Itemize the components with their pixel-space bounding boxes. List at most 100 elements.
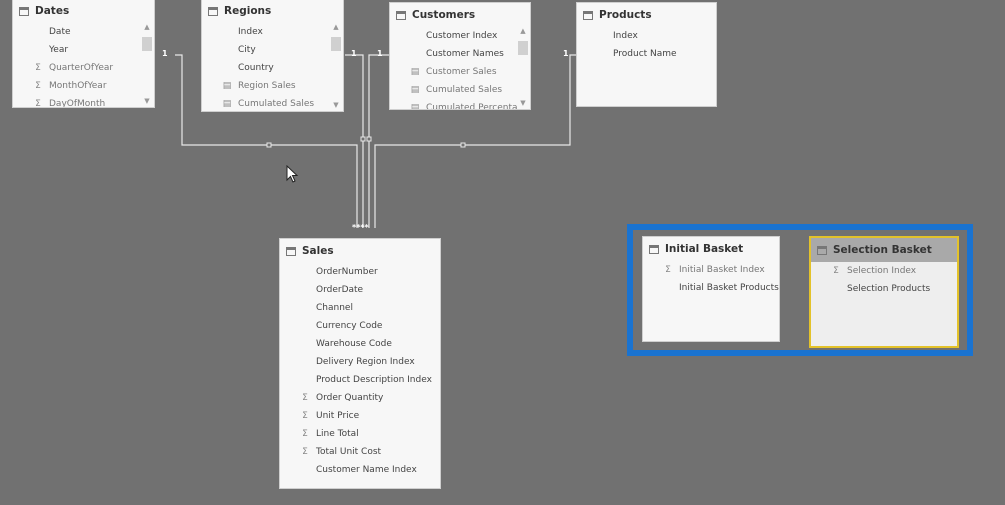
field-label: Customer Sales — [426, 67, 497, 77]
table-header[interactable]: Regions — [202, 0, 343, 23]
field-label: Customer Name Index — [316, 465, 417, 475]
field-label: DayOfMonth — [49, 99, 106, 108]
table-title: Selection Basket — [833, 244, 932, 256]
field-label: Region Sales — [238, 81, 296, 91]
field-label: MonthOfYear — [49, 81, 107, 91]
table-title: Customers — [412, 9, 476, 21]
table-header[interactable]: Sales — [280, 239, 440, 263]
scrollbar[interactable]: ▲ ▼ — [142, 23, 152, 105]
table-regions[interactable]: Regions Index City Country ▤ Region Sales ▤ Cum… — [201, 0, 344, 112]
table-dates[interactable]: Dates Date Year Σ QuarterOfYear Σ MonthOfYear Σ… — [12, 0, 155, 108]
table-header[interactable]: Initial Basket — [643, 237, 779, 261]
table-sales[interactable]: Sales OrderNumber OrderDate Channel Currency… — [279, 238, 441, 489]
field-item[interactable]: Customer Name Index — [280, 461, 440, 479]
field-label: OrderDate — [316, 285, 364, 295]
field-item[interactable]: City — [202, 41, 343, 59]
field-item[interactable]: ▤ Cumulated Percenta — [390, 99, 530, 109]
relationship-handle — [366, 136, 372, 142]
field-item[interactable]: ▤ Region Sales — [202, 77, 343, 95]
field-label: Unit Price — [316, 411, 360, 421]
scroll-up-icon[interactable]: ▲ — [331, 23, 341, 31]
sigma-icon: Σ — [35, 81, 41, 91]
table-selection-basket[interactable]: Selection Basket Σ Selection Index Selectio… — [809, 236, 959, 348]
field-label: Index — [613, 31, 638, 41]
field-label: Product Description Index — [316, 375, 432, 385]
scrollbar[interactable]: ▲ ▼ — [331, 23, 341, 109]
relationship-handle — [460, 142, 466, 148]
field-label: Country — [238, 63, 274, 73]
field-item[interactable]: Product Name — [577, 45, 716, 63]
field-label: Customer Names — [426, 49, 504, 59]
field-item[interactable]: Σ Initial Basket Index — [643, 261, 779, 279]
table-title: Initial Basket — [665, 243, 744, 255]
field-item[interactable]: Country — [202, 59, 343, 77]
field-label: Line Total — [316, 429, 359, 439]
field-item[interactable]: Selection Products — [811, 280, 957, 298]
sigma-icon: Σ — [833, 266, 839, 276]
scrollbar-thumb[interactable] — [518, 41, 528, 55]
table-header[interactable]: Dates — [13, 0, 154, 23]
measure-icon: ▤ — [222, 81, 232, 91]
table-icon — [19, 6, 29, 16]
measure-icon: ▤ — [410, 85, 420, 95]
field-item[interactable]: ▤ Cumulated Sales — [202, 95, 343, 111]
field-item[interactable]: ▤ Cumulated Sales — [390, 81, 530, 99]
field-label: Date — [49, 27, 71, 37]
field-item[interactable]: Product Description Index — [280, 371, 440, 389]
field-label: Initial Basket Index — [679, 265, 765, 275]
sigma-icon: Σ — [665, 265, 671, 275]
field-item[interactable]: OrderDate — [280, 281, 440, 299]
field-item[interactable]: Date — [13, 23, 154, 41]
table-title: Sales — [302, 245, 334, 257]
field-label: OrderNumber — [316, 267, 378, 277]
field-item[interactable]: Σ Unit Price — [280, 407, 440, 425]
field-label: Cumulated Sales — [238, 99, 315, 109]
table-header[interactable]: Products — [577, 3, 716, 27]
field-item[interactable]: Currency Code — [280, 317, 440, 335]
field-item[interactable]: Σ Total Unit Cost — [280, 443, 440, 461]
field-label: Order Quantity — [316, 393, 384, 403]
field-item[interactable]: ▤ Customer Sales — [390, 63, 530, 81]
table-header[interactable]: Selection Basket — [811, 238, 957, 262]
field-item[interactable]: Delivery Region Index — [280, 353, 440, 371]
field-label: Currency Code — [316, 321, 383, 331]
cardinality-one: 1 — [563, 49, 569, 58]
field-item[interactable]: Σ DayOfMonth — [13, 95, 154, 108]
field-label: Delivery Region Index — [316, 357, 415, 367]
measure-icon: ▤ — [410, 67, 420, 77]
relationship-regions-sales — [345, 54, 364, 228]
scroll-up-icon[interactable]: ▲ — [142, 23, 152, 31]
field-label: Index — [238, 27, 263, 37]
field-item[interactable]: Year — [13, 41, 154, 59]
scrollbar[interactable]: ▲ ▼ — [518, 27, 528, 107]
field-item[interactable]: Initial Basket Products — [643, 279, 779, 297]
field-item[interactable]: Warehouse Code — [280, 335, 440, 353]
table-customers[interactable]: Customers Customer Index Customer Names ▤ Cu… — [389, 2, 531, 110]
scroll-up-icon[interactable]: ▲ — [518, 27, 528, 35]
table-products[interactable]: Products Index Product Name — [576, 2, 717, 107]
field-item[interactable]: Channel — [280, 299, 440, 317]
scroll-down-icon[interactable]: ▼ — [142, 97, 152, 105]
relationship-handle — [266, 142, 272, 148]
scrollbar-thumb[interactable] — [142, 37, 152, 51]
field-label: QuarterOfYear — [49, 63, 114, 73]
table-icon — [396, 10, 406, 20]
field-item[interactable]: Σ Selection Index — [811, 262, 957, 280]
field-label: Product Name — [613, 49, 677, 59]
field-item[interactable]: Customer Names — [390, 45, 530, 63]
relationship-customers-sales — [368, 54, 389, 228]
mouse-cursor-icon — [286, 165, 299, 183]
field-item[interactable]: OrderNumber — [280, 263, 440, 281]
scrollbar-thumb[interactable] — [331, 37, 341, 51]
field-item[interactable]: Σ MonthOfYear — [13, 77, 154, 95]
scroll-down-icon[interactable]: ▼ — [331, 101, 341, 109]
table-header[interactable]: Customers — [390, 3, 530, 27]
table-initial-basket[interactable]: Initial Basket Σ Initial Basket Index Initi… — [642, 236, 780, 342]
field-item[interactable]: Σ Order Quantity — [280, 389, 440, 407]
field-item[interactable]: Index — [577, 27, 716, 45]
field-item[interactable]: Σ Line Total — [280, 425, 440, 443]
scroll-down-icon[interactable]: ▼ — [518, 99, 528, 107]
field-item[interactable]: Customer Index — [390, 27, 530, 45]
field-item[interactable]: Index — [202, 23, 343, 41]
field-item[interactable]: Σ QuarterOfYear — [13, 59, 154, 77]
